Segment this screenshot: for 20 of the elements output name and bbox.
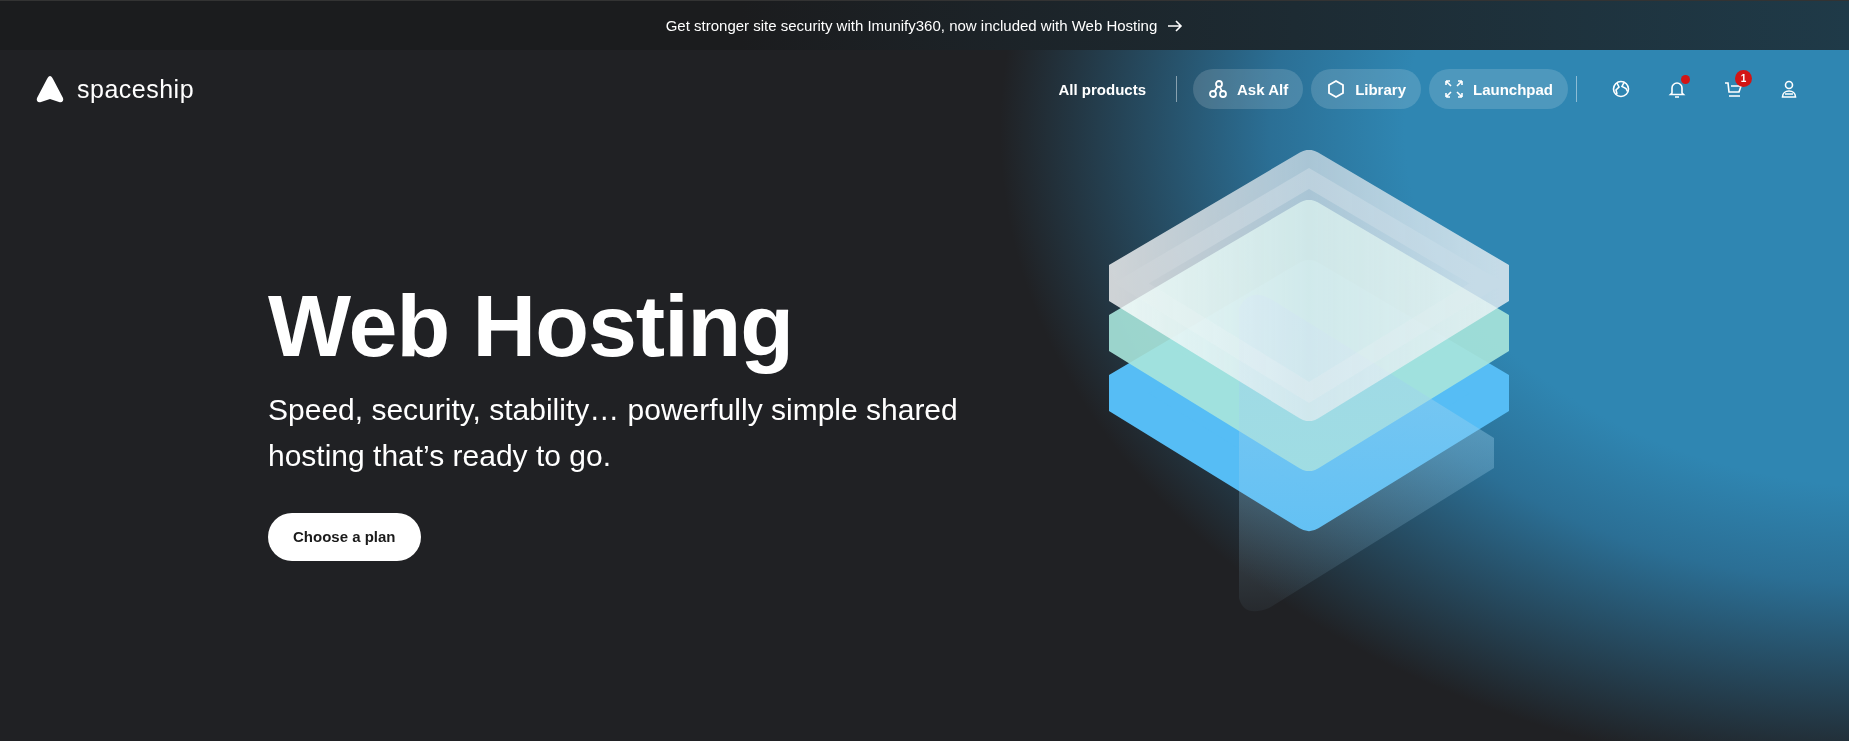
hexagon-icon bbox=[1326, 79, 1347, 99]
nodes-icon bbox=[1208, 79, 1228, 99]
arrows-icon bbox=[1444, 79, 1464, 99]
globe-icon bbox=[1611, 79, 1631, 99]
all-products-link[interactable]: All products bbox=[1058, 80, 1146, 98]
bell-icon bbox=[1667, 79, 1687, 99]
choose-plan-button[interactable]: Choose a plan bbox=[268, 512, 421, 561]
logo[interactable]: spaceship bbox=[35, 74, 195, 104]
logo-text: spaceship bbox=[77, 74, 195, 104]
arrow-right-icon bbox=[1167, 18, 1184, 33]
hero-subtitle: Speed, security, stability… powerfully simple shared hosting that’s ready to go. bbox=[268, 391, 959, 474]
hero-title: Web Hosting bbox=[268, 278, 795, 375]
cart-button[interactable]: 1 bbox=[1713, 69, 1753, 109]
cart-count: 1 bbox=[1735, 70, 1752, 87]
logo-icon bbox=[35, 74, 65, 104]
banner-text: Get stronger site security with Imunify360, now included with Web Hosting bbox=[665, 17, 1158, 34]
nav-pill-button[interactable]: Ask Alf bbox=[1193, 69, 1304, 109]
cart-icon bbox=[1723, 79, 1743, 99]
user-icon bbox=[1779, 79, 1799, 99]
announcement-banner[interactable]: Get stronger site security with Imunify360, now included with Web Hosting bbox=[0, 0, 1849, 50]
